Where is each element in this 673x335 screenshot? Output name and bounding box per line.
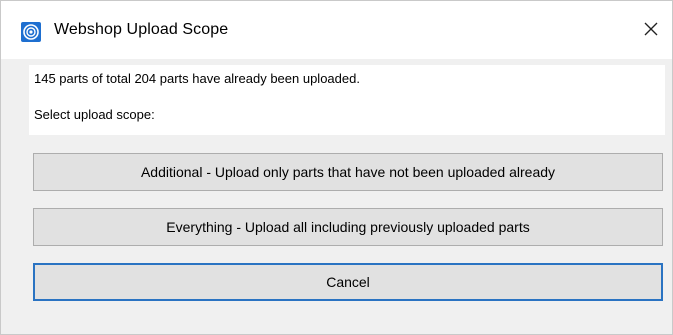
cancel-button[interactable]: Cancel xyxy=(33,263,663,301)
scope-prompt-text: Select upload scope: xyxy=(34,107,155,122)
window-title: Webshop Upload Scope xyxy=(54,21,229,38)
additional-upload-button[interactable]: Additional - Upload only parts that have… xyxy=(33,153,663,191)
close-button[interactable] xyxy=(630,13,672,49)
everything-upload-button[interactable]: Everything - Upload all including previo… xyxy=(33,208,663,246)
close-icon xyxy=(644,22,658,41)
dialog-window: Webshop Upload Scope 145 parts of total … xyxy=(0,0,673,335)
title-bar: Webshop Upload Scope xyxy=(1,1,672,59)
upload-status-text: 145 parts of total 204 parts have alread… xyxy=(34,71,360,86)
app-logo-icon xyxy=(21,22,41,42)
info-panel: 145 parts of total 204 parts have alread… xyxy=(29,65,665,135)
